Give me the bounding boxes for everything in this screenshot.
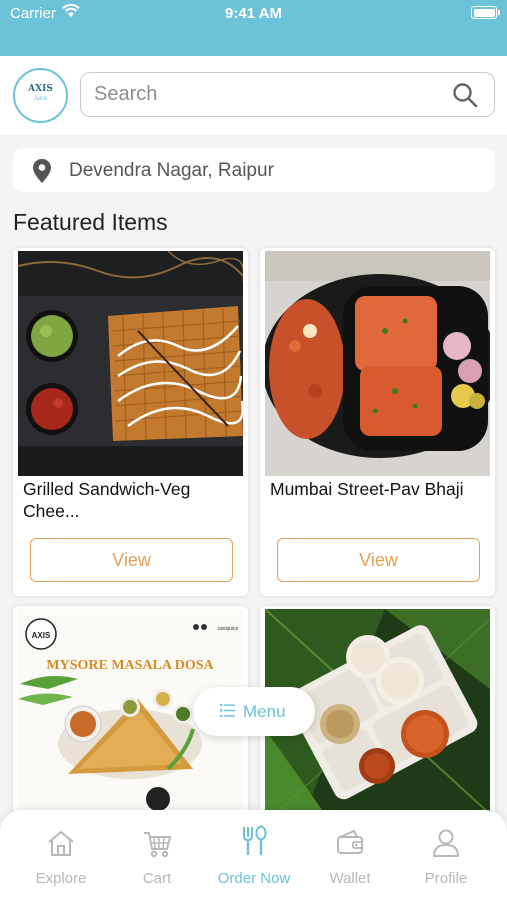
- clock: 9:41 AM: [225, 5, 282, 22]
- menu-label: Menu: [243, 702, 286, 721]
- section-title: Featured Items: [13, 209, 168, 235]
- product-card[interactable]: Mumbai Street-Pav Bhaji View: [260, 248, 495, 596]
- tab-order-now[interactable]: Order Now: [209, 825, 299, 888]
- location-pin-icon: [33, 159, 51, 183]
- tab-label: Profile: [424, 870, 468, 887]
- tab-wallet[interactable]: Wallet: [305, 828, 395, 888]
- tab-label: Explore: [35, 870, 87, 887]
- product-name: Grilled Sandwich-Veg Chee...: [23, 479, 191, 521]
- search-icon[interactable]: [452, 82, 478, 108]
- svg-text:/axisjuice: /axisjuice: [218, 626, 239, 632]
- tab-explore[interactable]: Explore: [16, 828, 106, 888]
- tab-label: Cart: [142, 870, 172, 887]
- logo-text: AXIS: [28, 84, 53, 94]
- view-button[interactable]: View: [277, 538, 480, 582]
- battery-icon: [471, 6, 500, 19]
- location-selector[interactable]: Devendra Nagar, Raipur: [13, 148, 495, 192]
- tab-label: Order Now: [217, 870, 291, 887]
- product-card[interactable]: Grilled Sandwich-Veg Chee... View: [13, 248, 248, 596]
- profile-icon: [433, 829, 459, 857]
- cart-icon: [144, 832, 171, 858]
- bottom-tab-bar: Explore Cart Order Now Wallet Profile: [0, 810, 507, 900]
- product-image[interactable]: [265, 251, 490, 476]
- svg-text:AXIS: AXIS: [32, 631, 51, 640]
- view-button[interactable]: View: [30, 538, 233, 582]
- tab-profile[interactable]: Profile: [401, 828, 491, 888]
- pav-bhaji-photo: [265, 251, 490, 476]
- wallet-icon: [337, 830, 363, 854]
- logo-subtext: Juice: [33, 96, 48, 102]
- sandwich-photo: [18, 251, 243, 476]
- tab-cart[interactable]: Cart: [112, 828, 202, 888]
- search-bar[interactable]: [80, 72, 495, 117]
- promo-title: MYSORE MASALA DOSA: [46, 658, 214, 673]
- header: AXIS Juice: [0, 56, 507, 135]
- status-bar: Carrier 9:41 AM: [0, 0, 507, 56]
- list-icon: [220, 704, 235, 717]
- location-text: Devendra Nagar, Raipur: [69, 160, 274, 181]
- home-icon: [48, 831, 74, 856]
- tab-label: Wallet: [329, 870, 371, 887]
- product-name: Mumbai Street-Pav Bhaji: [270, 479, 464, 499]
- brand-logo[interactable]: AXIS Juice: [13, 68, 68, 123]
- search-input[interactable]: [94, 73, 434, 116]
- fork-spoon-icon: [243, 825, 267, 856]
- menu-button[interactable]: Menu: [193, 687, 315, 736]
- product-image[interactable]: [18, 251, 243, 476]
